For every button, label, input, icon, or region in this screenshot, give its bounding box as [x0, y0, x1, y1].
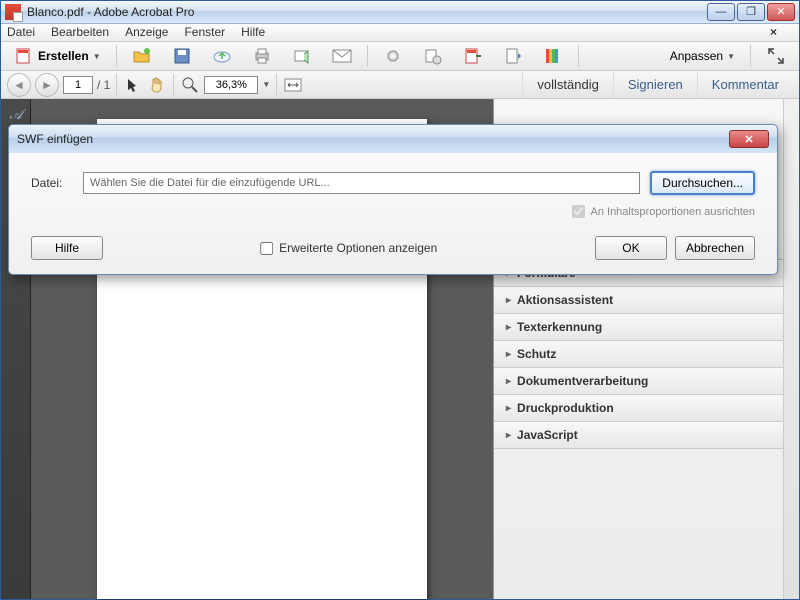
acc-protect[interactable]: Schutz	[494, 341, 783, 368]
floppy-icon	[172, 46, 192, 66]
cloud-button[interactable]	[205, 42, 239, 70]
envelope-icon	[332, 46, 352, 66]
zoom-tool-icon[interactable]	[180, 75, 200, 95]
toolbar-nav: ◄ ► / 1 ▼ vollständig Signieren Kommenta…	[1, 71, 799, 99]
next-page-button[interactable]: ►	[35, 73, 59, 97]
expand-icon	[766, 46, 786, 66]
file-label: Datei:	[31, 176, 73, 190]
doc-close-button[interactable]: ×	[770, 25, 777, 39]
dialog-close-button[interactable]: ✕	[729, 130, 769, 148]
menu-file[interactable]: Datei	[7, 25, 35, 39]
advanced-checkbox[interactable]	[260, 242, 273, 255]
pointer-tool-icon[interactable]	[123, 75, 143, 95]
pane-sign[interactable]: Signieren	[613, 71, 697, 98]
open-button[interactable]	[125, 42, 159, 70]
acrobat-icon	[5, 4, 21, 20]
close-button[interactable]: ✕	[767, 3, 795, 21]
menu-help[interactable]: Hilfe	[241, 25, 265, 39]
fullscreen-button[interactable]	[759, 42, 793, 70]
hand-tool-icon[interactable]	[147, 75, 167, 95]
align-label: An Inhaltsproportionen ausrichten	[591, 206, 756, 218]
color-button[interactable]	[536, 42, 570, 70]
prev-page-button[interactable]: ◄	[7, 73, 31, 97]
align-checkbox	[572, 205, 585, 218]
customize-button[interactable]: Anpassen▼	[663, 45, 742, 67]
menu-view[interactable]: Anzeige	[125, 25, 168, 39]
create-icon	[14, 46, 34, 66]
menu-window[interactable]: Fenster	[184, 25, 225, 39]
dialog-title: SWF einfügen	[17, 132, 93, 146]
email-button[interactable]	[325, 42, 359, 70]
page-input[interactable]	[63, 76, 93, 94]
cancel-button[interactable]: Abbrechen	[675, 236, 755, 260]
zoom-dropdown[interactable]: ▼	[262, 80, 270, 89]
page-total: / 1	[97, 78, 110, 92]
acc-ocr[interactable]: Texterkennung	[494, 314, 783, 341]
browse-button[interactable]: Durchsuchen...	[650, 171, 755, 195]
maximize-button[interactable]: ❐	[737, 3, 765, 21]
export-button[interactable]	[416, 42, 450, 70]
acc-js[interactable]: JavaScript	[494, 422, 783, 449]
pane-tools[interactable]: vollständig	[522, 71, 612, 98]
scrollbar[interactable]	[783, 99, 799, 599]
settings-button[interactable]	[376, 42, 410, 70]
multimedia-icon	[503, 46, 523, 66]
file-path-input[interactable]	[83, 172, 640, 194]
dialog-titlebar: SWF einfügen ✕	[9, 125, 777, 153]
zoom-input[interactable]	[204, 76, 258, 94]
advanced-label: Erweiterte Optionen anzeigen	[279, 241, 437, 255]
help-button[interactable]: Hilfe	[31, 236, 103, 260]
app-window: Blanco.pdf - Adobe Acrobat Pro — ❐ ✕ Dat…	[0, 0, 800, 600]
edit-pdf-button[interactable]	[456, 42, 490, 70]
rainbow-icon	[543, 46, 563, 66]
cloud-icon	[212, 46, 232, 66]
create-button[interactable]: Erstellen ▼	[7, 42, 108, 70]
tools-accordion: Formulare Aktionsassistent Texterkennung…	[494, 259, 783, 449]
menu-edit[interactable]: Bearbeiten	[51, 25, 109, 39]
folder-open-icon	[132, 46, 152, 66]
acc-docproc[interactable]: Dokumentverarbeitung	[494, 368, 783, 395]
print-button[interactable]	[245, 42, 279, 70]
gear-icon	[383, 46, 403, 66]
titlebar: Blanco.pdf - Adobe Acrobat Pro — ❐ ✕	[1, 1, 799, 24]
minimize-button[interactable]: —	[707, 3, 735, 21]
window-title: Blanco.pdf - Adobe Acrobat Pro	[27, 5, 707, 19]
acc-print[interactable]: Druckproduktion	[494, 395, 783, 422]
share-icon	[292, 46, 312, 66]
multimedia-button[interactable]	[496, 42, 530, 70]
printer-icon	[252, 46, 272, 66]
acc-actions[interactable]: Aktionsassistent	[494, 287, 783, 314]
insert-swf-dialog: SWF einfügen ✕ Datei: Durchsuchen... An …	[8, 124, 778, 275]
menubar: Datei Bearbeiten Anzeige Fenster Hilfe ×	[1, 24, 799, 42]
fit-width-icon[interactable]	[283, 75, 303, 95]
toolbar-main: Erstellen ▼ Anpassen▼	[1, 42, 799, 71]
edit-pdf-icon	[463, 46, 483, 66]
share-button[interactable]	[285, 42, 319, 70]
export-icon	[423, 46, 443, 66]
save-button[interactable]	[165, 42, 199, 70]
ok-button[interactable]: OK	[595, 236, 667, 260]
pane-comment[interactable]: Kommentar	[697, 71, 793, 98]
